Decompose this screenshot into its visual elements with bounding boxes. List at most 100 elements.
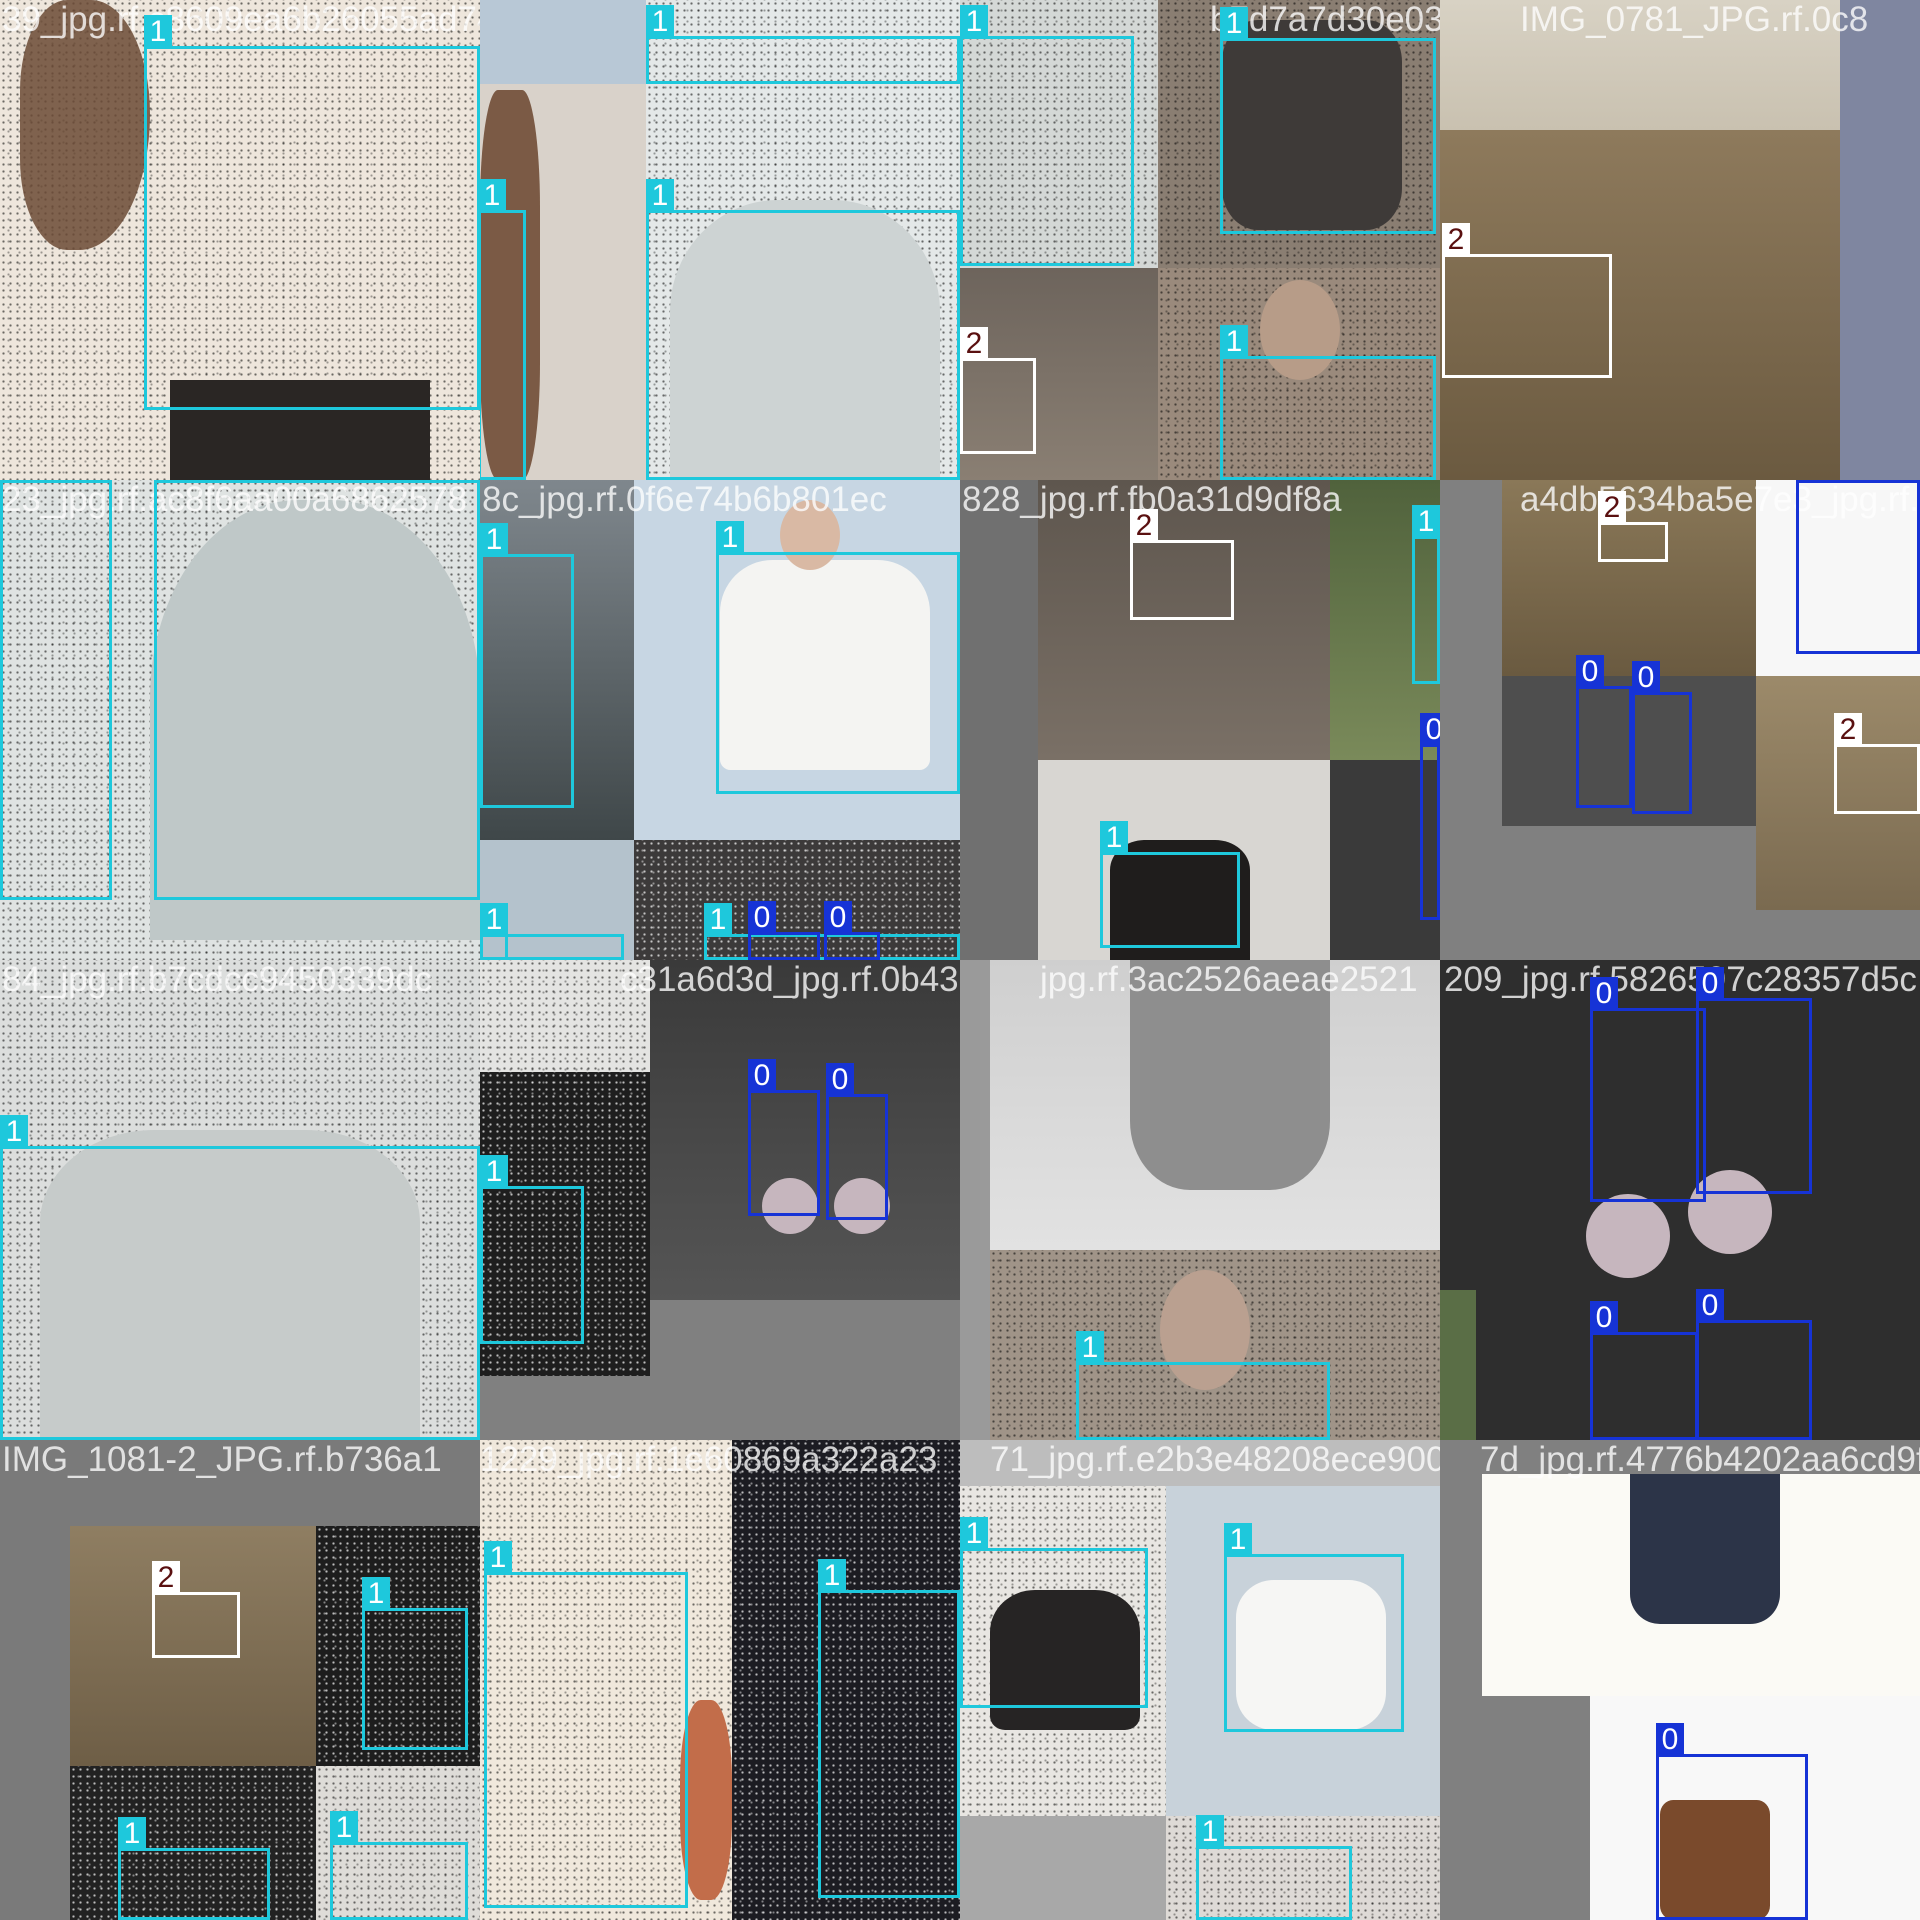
bbox-class-1: 1 xyxy=(960,5,1134,266)
bbox-class-1: 1 xyxy=(480,1155,584,1344)
navy-joggers xyxy=(1630,1474,1780,1624)
bbox-label: 0 xyxy=(1590,1301,1618,1335)
mosaic-tile: a4db5634ba5e7e3_jpg.rf.7 2 0 0 0 2 xyxy=(1440,480,1920,960)
photo-grey-pants xyxy=(960,1816,1166,1920)
bbox-class-1: 1 xyxy=(1224,1523,1404,1732)
bbox-label: 1 xyxy=(818,1559,846,1593)
bbox-label: 0 xyxy=(1632,661,1660,695)
bbox-label: 0 xyxy=(1656,1723,1684,1757)
bbox-class-0: 0 xyxy=(1590,977,1706,1202)
tile-caption: IMG_1081-2_JPG.rf.b736a1 xyxy=(2,1440,442,1479)
photo-garden xyxy=(1440,1290,1476,1440)
bbox-class-1: 1 xyxy=(362,1577,468,1750)
photo-sky xyxy=(480,0,646,84)
bbox-label: 0 xyxy=(1696,967,1724,1001)
bbox-label: 1 xyxy=(480,1155,508,1189)
bbox-label: 2 xyxy=(1834,713,1862,747)
bbox-class-1: 1 xyxy=(1196,1815,1352,1920)
bbox-class-1: 1 xyxy=(960,1517,1148,1708)
bbox-label: 1 xyxy=(1412,505,1440,539)
bbox-label: 1 xyxy=(0,480,28,483)
bbox-class-0: 0 xyxy=(826,1063,888,1220)
bbox-class-1: 1 xyxy=(118,1817,270,1920)
bbox-label: 1 xyxy=(1224,1523,1252,1557)
bbox-class-1: 1 xyxy=(1220,7,1436,234)
bbox-class-1: 1 xyxy=(480,179,526,480)
tile-caption: 8c_jpg.rf.0f6e74b6b801ec xyxy=(482,480,887,519)
bbox-class-2: 2 xyxy=(1834,713,1920,814)
tile-caption: jpg.rf.3ac2526aeae2521 xyxy=(1040,960,1418,999)
tile-caption: 39_jpg.rf.c8609ea6b26055ad746peg.rf.1840… xyxy=(2,0,480,39)
bbox-label: 1 xyxy=(0,1115,28,1149)
bbox-label: 0 xyxy=(826,1063,854,1097)
mosaic-tile: 23_jpg.rf.ac8f6aa00a6862578 1 1 xyxy=(0,480,480,960)
bbox-class-1: 1 xyxy=(154,480,480,900)
bbox-label: 1 xyxy=(646,5,674,39)
bbox-label: 1 xyxy=(646,179,674,213)
flower-earring xyxy=(1586,1194,1670,1278)
bbox-class-0: 0 xyxy=(748,901,820,960)
bbox-label: 0 xyxy=(748,1059,776,1093)
bbox-class-1: 1 xyxy=(646,179,960,480)
bbox-class-1: 1 xyxy=(646,5,960,84)
bbox-label: 1 xyxy=(1076,1331,1104,1365)
bbox-class-1: 1 xyxy=(1076,1331,1330,1440)
bbox-class-1: 1 xyxy=(480,903,624,960)
bbox-class-2: 2 xyxy=(960,327,1036,454)
mosaic-tile: 209_jpg.rf.5826597c28357d5c 0 0 0 0 xyxy=(1440,960,1920,1440)
bbox-class-0: 0 xyxy=(1590,1301,1698,1440)
bbox-label: 1 xyxy=(1220,325,1248,359)
mosaic-tile: 1229_jpg.rf.1e60869a322a23 1 1 xyxy=(480,1440,960,1920)
bbox-label: 1 xyxy=(480,523,508,557)
bbox-class-1: 1 xyxy=(818,1559,960,1898)
mosaic-grid: 39_jpg.rf.c8609ea6b26055ad746peg.rf.1840… xyxy=(0,0,1920,1920)
bbox-class-1: 1 xyxy=(1220,325,1436,480)
bbox-class-2: 2 xyxy=(1442,223,1612,378)
bbox-label: 0 xyxy=(1796,480,1824,483)
mosaic-tile: 71_jpg.rf.e2b3e48208ece9006 1 1 1 xyxy=(960,1440,1440,1920)
bbox-class-1: 1 xyxy=(484,1541,688,1908)
bbox-label: 1 xyxy=(1100,821,1128,855)
bbox-class-1: 1 xyxy=(716,521,960,794)
bbox-label: 1 xyxy=(960,1517,988,1551)
bbox-label: 0 xyxy=(1590,977,1618,1011)
bbox-label: 0 xyxy=(1576,655,1604,689)
bbox-label: 2 xyxy=(960,327,988,361)
bbox-class-2: 2 xyxy=(152,1561,240,1658)
bbox-label: 1 xyxy=(484,1541,512,1575)
mosaic-tile: 828_jpg.rf.fb0a31d9df8a 2 1 1 0 xyxy=(960,480,1440,960)
tile-caption: 209_jpg.rf.5826597c28357d5c xyxy=(1444,960,1917,999)
mosaic-tile: 8c_jpg.rf.0f6e74b6b801ec 1 1 1 1 1 0 0 xyxy=(480,480,960,960)
bbox-class-2: 2 xyxy=(1130,509,1234,620)
bbox-label: 1 xyxy=(144,15,172,49)
bbox-label: 1 xyxy=(118,1817,146,1851)
mosaic-tile: 1 1 1 xyxy=(480,0,960,480)
bbox-label: 0 xyxy=(824,901,852,935)
mosaic-tile: 7d_jpg.rf.4776b4202aa6cd9f 0 xyxy=(1440,1440,1920,1920)
photo-wood-table xyxy=(1038,480,1330,760)
bbox-label: 1 xyxy=(480,179,506,213)
bbox-class-2: 2 xyxy=(1598,491,1668,562)
bbox-label: 0 xyxy=(1420,713,1440,747)
tile-caption: c31a6d3d_jpg.rf.0b43 xyxy=(620,960,959,999)
mosaic-tile: 84_jpg.rf.b7cdcc9450339dc 1 xyxy=(0,960,480,1440)
tile-caption: IMG_0781_JPG.rf.0c8 xyxy=(1520,0,1869,39)
bbox-class-0: 0 xyxy=(748,1059,820,1216)
photo-blue-strip xyxy=(1840,0,1920,480)
bbox-label: 0 xyxy=(748,901,776,935)
bbox-class-1: 1 xyxy=(0,1115,480,1440)
mosaic-tile: 39_jpg.rf.c8609ea6b26055ad746peg.rf.1840… xyxy=(0,0,480,480)
bbox-class-1: 1 xyxy=(0,480,112,900)
bbox-class-0: 0 xyxy=(1632,661,1692,814)
bbox-label: 2 xyxy=(1598,491,1626,525)
bbox-label: 1 xyxy=(480,903,508,937)
mosaic-tile: c31a6d3d_jpg.rf.0b43 1 0 0 xyxy=(480,960,960,1440)
bbox-class-0: 0 xyxy=(1696,1289,1812,1440)
bbox-class-0: 0 xyxy=(1576,655,1632,808)
bbox-label: 0 xyxy=(1696,1289,1724,1323)
tile-caption: 71_jpg.rf.e2b3e48208ece9006 xyxy=(990,1440,1440,1479)
mosaic-tile: b7d7a7d30e03d 1 2 1 1 xyxy=(960,0,1440,480)
bbox-class-0: 0 xyxy=(1656,1723,1808,1920)
tile-caption: 7d_jpg.rf.4776b4202aa6cd9f xyxy=(1480,1440,1920,1479)
bbox-class-0: 0 xyxy=(824,901,880,960)
